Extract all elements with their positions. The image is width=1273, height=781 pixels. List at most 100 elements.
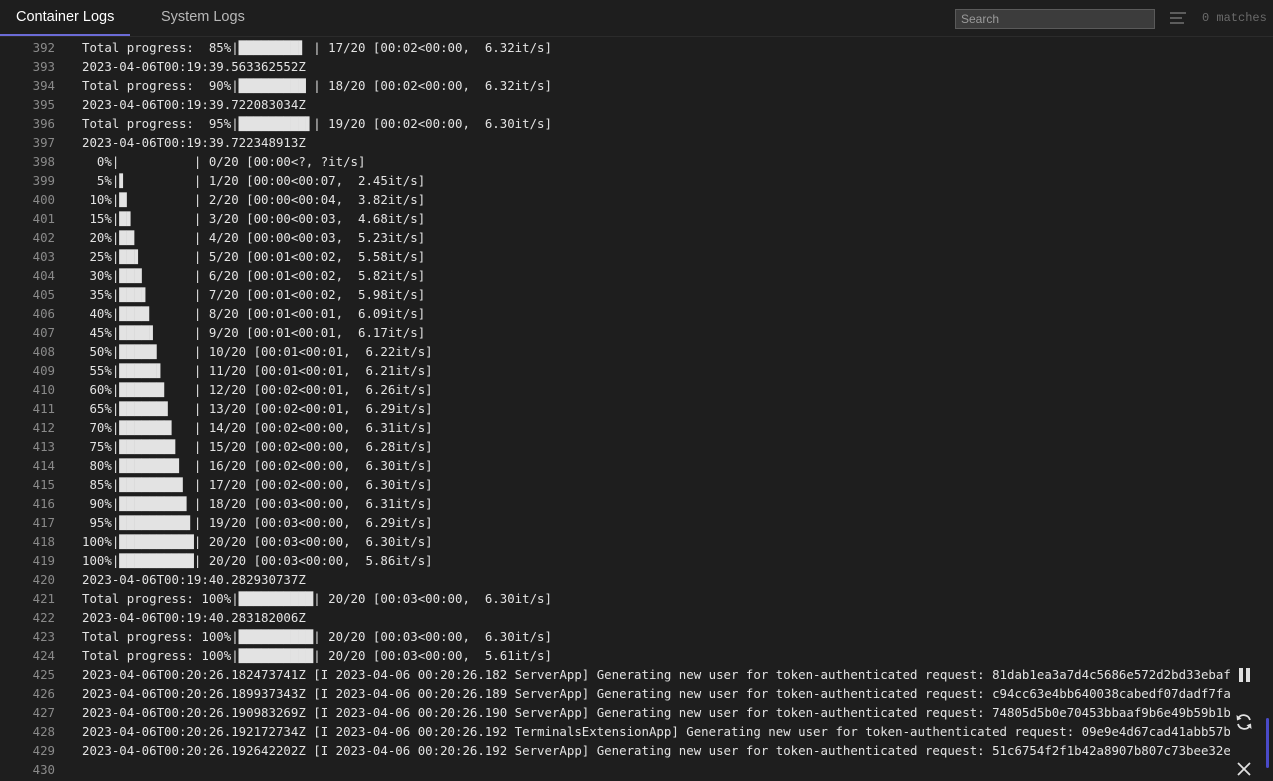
log-text: Total progress: 100%|██████████| 20/20 […: [82, 629, 552, 644]
log-line: 413 75%|███████▌ | 15/20 [00:02<00:00, 6…: [0, 437, 1230, 456]
log-line: 404 30%|███ | 6/20 [00:01<00:02, 5.82it/…: [0, 266, 1230, 285]
line-number: 402: [32, 230, 55, 245]
log-line: 422 2023-04-06T00:19:40.283182006Z: [0, 608, 1230, 627]
log-text: 2023-04-06T00:20:26.189937343Z [I 2023-0…: [82, 686, 1230, 701]
log-viewer: Container Logs System Logs 0 matches 392…: [0, 0, 1273, 781]
log-line: 393 2023-04-06T00:19:39.563362552Z: [0, 57, 1230, 76]
log-line: 407 45%|████▌ | 9/20 [00:01<00:01, 6.17i…: [0, 323, 1230, 342]
log-text: 2023-04-06T00:19:39.563362552Z: [82, 59, 306, 74]
log-line: 411 65%|██████▌ | 13/20 [00:02<00:01, 6.…: [0, 399, 1230, 418]
line-number: 430: [32, 762, 55, 777]
log-line: 428 2023-04-06T00:20:26.192172734Z [I 202…: [0, 722, 1230, 741]
line-number: 412: [32, 420, 55, 435]
log-line: 394 Total progress: 90%|█████████ | 18/20…: [0, 76, 1230, 95]
refresh-icon[interactable]: [1234, 712, 1254, 732]
line-number: 403: [32, 249, 55, 264]
log-text: 90%|█████████ | 18/20 [00:03<00:00, 6.31…: [82, 496, 433, 511]
log-line: 417 95%|█████████▌| 19/20 [00:03<00:00, …: [0, 513, 1230, 532]
log-output[interactable]: 392 Total progress: 85%|████████▌ | 17/20…: [0, 38, 1230, 781]
log-line: 421 Total progress: 100%|██████████| 20/2…: [0, 589, 1230, 608]
log-line: 423 Total progress: 100%|██████████| 20/2…: [0, 627, 1230, 646]
line-number: 421: [32, 591, 55, 606]
line-number: 400: [32, 192, 55, 207]
log-text: 75%|███████▌ | 15/20 [00:02<00:00, 6.28i…: [82, 439, 433, 454]
log-line: 424 Total progress: 100%|██████████| 20/2…: [0, 646, 1230, 665]
line-number: 405: [32, 287, 55, 302]
log-text: 100%|██████████| 20/20 [00:03<00:00, 6.3…: [82, 534, 433, 549]
line-number: 392: [32, 40, 55, 55]
log-line: 405 35%|███▌ | 7/20 [00:01<00:02, 5.98it…: [0, 285, 1230, 304]
log-text: 2023-04-06T00:19:40.282930737Z: [82, 572, 306, 587]
line-number: 406: [32, 306, 55, 321]
log-line: 406 40%|████ | 8/20 [00:01<00:01, 6.09it…: [0, 304, 1230, 323]
tab-system-logs[interactable]: System Logs: [145, 0, 261, 36]
match-count: 0 matches: [1202, 11, 1267, 25]
log-text: Total progress: 85%|████████▌ | 17/20 [0…: [82, 40, 552, 55]
log-line: 410 60%|██████ | 12/20 [00:02<00:01, 6.2…: [0, 380, 1230, 399]
log-text: 85%|████████▌ | 17/20 [00:02<00:00, 6.30…: [82, 477, 433, 492]
line-number: 395: [32, 97, 55, 112]
line-number: 407: [32, 325, 55, 340]
log-line: 430: [0, 760, 1230, 779]
line-number: 410: [32, 382, 55, 397]
lines-filter-icon[interactable]: [1170, 11, 1186, 25]
log-text: 20%|██ | 4/20 [00:00<00:03, 5.23it/s]: [82, 230, 426, 245]
search-input[interactable]: [955, 9, 1155, 29]
log-line: 412 70%|███████ | 14/20 [00:02<00:00, 6.…: [0, 418, 1230, 437]
log-text: Total progress: 100%|██████████| 20/20 […: [82, 648, 552, 663]
log-text: 100%|██████████| 20/20 [00:03<00:00, 5.8…: [82, 553, 433, 568]
log-text: Total progress: 95%|█████████▌| 19/20 [0…: [82, 116, 552, 131]
log-line: 400 10%|█ | 2/20 [00:00<00:04, 3.82it/s]: [0, 190, 1230, 209]
log-line: 408 50%|█████ | 10/20 [00:01<00:01, 6.22…: [0, 342, 1230, 361]
log-text: 0%| | 0/20 [00:00<?, ?it/s]: [82, 154, 366, 169]
line-number: 409: [32, 363, 55, 378]
log-line: 397 2023-04-06T00:19:39.722348913Z: [0, 133, 1230, 152]
log-text: 2023-04-06T00:19:39.722348913Z: [82, 135, 306, 150]
line-number: 393: [32, 59, 55, 74]
log-text: 2023-04-06T00:20:26.192172734Z [I 2023-0…: [82, 724, 1230, 739]
line-number: 399: [32, 173, 55, 188]
log-text: Total progress: 100%|██████████| 20/20 […: [82, 591, 552, 606]
line-number: 415: [32, 477, 55, 492]
tab-container-logs[interactable]: Container Logs: [0, 0, 131, 36]
log-text: 10%|█ | 2/20 [00:00<00:04, 3.82it/s]: [82, 192, 426, 207]
line-number: 414: [32, 458, 55, 473]
log-text: 45%|████▌ | 9/20 [00:01<00:01, 6.17it/s]: [82, 325, 426, 340]
log-text: 5%|▌ | 1/20 [00:00<00:07, 2.45it/s]: [82, 173, 426, 188]
line-number: 401: [32, 211, 55, 226]
log-text: 50%|█████ | 10/20 [00:01<00:01, 6.22it/s…: [82, 344, 433, 359]
log-text: 2023-04-06T00:20:26.190983269Z [I 2023-0…: [82, 705, 1230, 720]
log-text: 15%|█▌ | 3/20 [00:00<00:03, 4.68it/s]: [82, 211, 426, 226]
log-text: 80%|████████ | 16/20 [00:02<00:00, 6.30i…: [82, 458, 433, 473]
log-text: 55%|█████▌ | 11/20 [00:01<00:01, 6.21it/…: [82, 363, 433, 378]
scrollbar-thumb[interactable]: [1266, 718, 1269, 768]
log-line: 414 80%|████████ | 16/20 [00:02<00:00, 6…: [0, 456, 1230, 475]
log-line: 419 100%|██████████| 20/20 [00:03<00:00, …: [0, 551, 1230, 570]
line-number: 411: [32, 401, 55, 416]
log-line: 416 90%|█████████ | 18/20 [00:03<00:00, …: [0, 494, 1230, 513]
log-line: 409 55%|█████▌ | 11/20 [00:01<00:01, 6.2…: [0, 361, 1230, 380]
log-text: 30%|███ | 6/20 [00:01<00:02, 5.82it/s]: [82, 268, 426, 283]
line-number: 418: [32, 534, 55, 549]
log-text: 95%|█████████▌| 19/20 [00:03<00:00, 6.29…: [82, 515, 433, 530]
line-number: 417: [32, 515, 55, 530]
log-line: 395 2023-04-06T00:19:39.722083034Z: [0, 95, 1230, 114]
line-number: 419: [32, 553, 55, 568]
log-text: 2023-04-06T00:20:26.192642202Z [I 2023-0…: [82, 743, 1230, 758]
line-number: 424: [32, 648, 55, 663]
log-line: 418 100%|██████████| 20/20 [00:03<00:00, …: [0, 532, 1230, 551]
line-number: 426: [32, 686, 55, 701]
line-number: 422: [32, 610, 55, 625]
log-text: 2023-04-06T00:19:39.722083034Z: [82, 97, 306, 112]
line-number: 420: [32, 572, 55, 587]
log-line: 396 Total progress: 95%|█████████▌| 19/20…: [0, 114, 1230, 133]
close-icon[interactable]: [1236, 761, 1252, 777]
log-text: 40%|████ | 8/20 [00:01<00:01, 6.09it/s]: [82, 306, 426, 321]
line-number: 427: [32, 705, 55, 720]
line-number: 394: [32, 78, 55, 93]
line-number: 396: [32, 116, 55, 131]
log-line: 429 2023-04-06T00:20:26.192642202Z [I 202…: [0, 741, 1230, 760]
log-line: 399 5%|▌ | 1/20 [00:00<00:07, 2.45it/s]: [0, 171, 1230, 190]
pause-icon[interactable]: [1238, 668, 1250, 684]
line-number: 423: [32, 629, 55, 644]
